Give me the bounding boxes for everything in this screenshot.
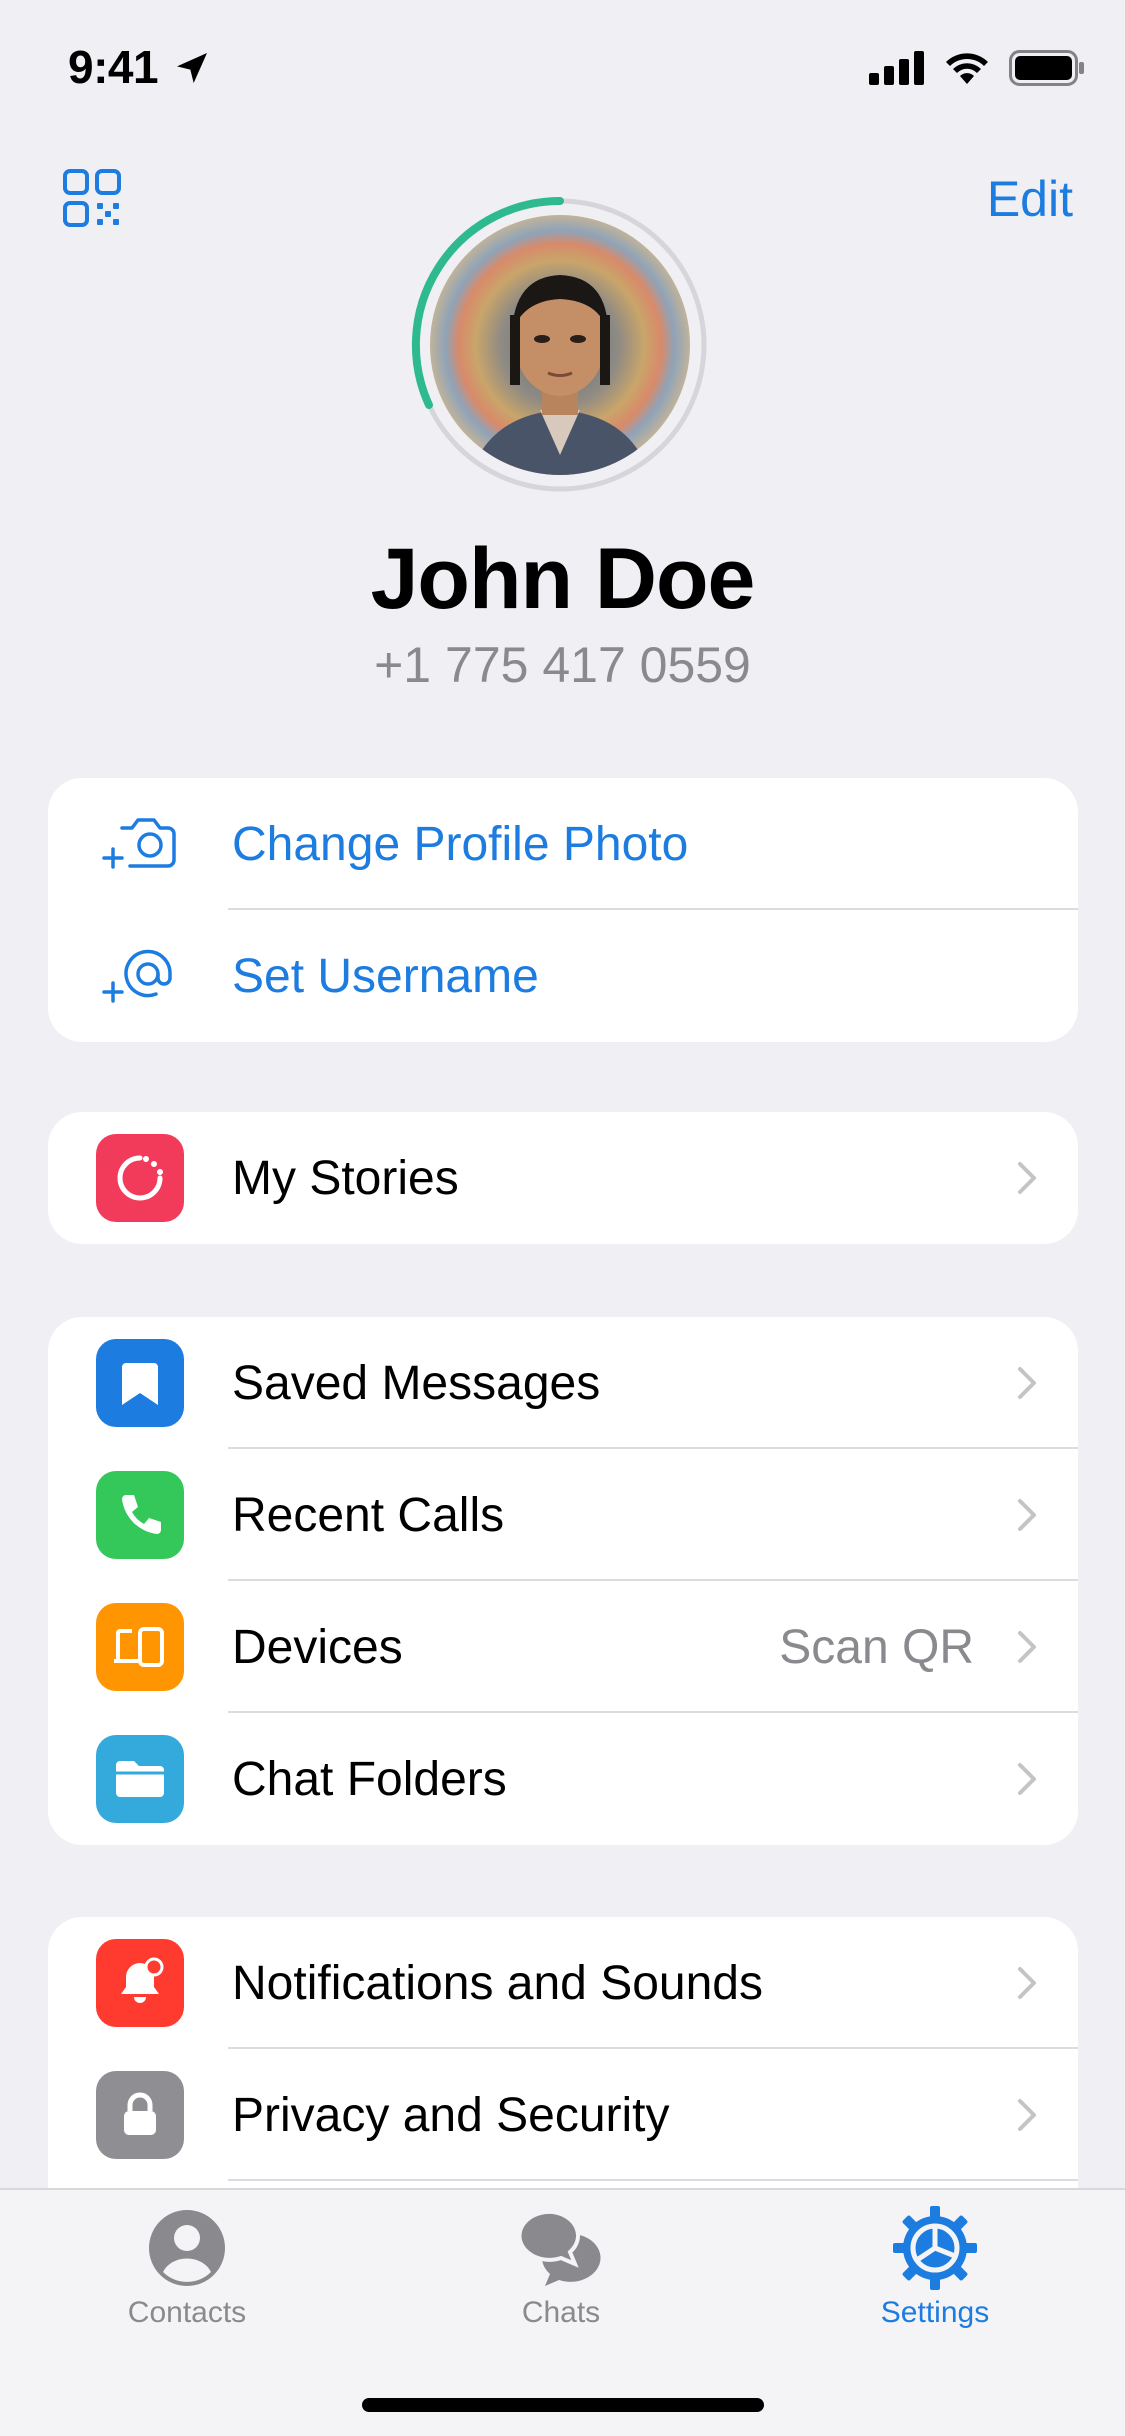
avatar-photo bbox=[430, 215, 690, 475]
recent-calls-label: Recent Calls bbox=[232, 1488, 505, 1542]
bell-icon bbox=[96, 1939, 184, 2027]
location-arrow-icon bbox=[177, 53, 207, 83]
settings-items-group: Notifications and Sounds Privacy and Sec… bbox=[48, 1917, 1078, 2188]
tab-chats-label: Chats bbox=[521, 2296, 601, 2329]
edit-button[interactable]: Edit bbox=[987, 170, 1073, 228]
chat-folders-label: Chat Folders bbox=[232, 1752, 507, 1806]
camera-add-icon bbox=[102, 818, 176, 869]
devices-icon bbox=[96, 1603, 184, 1691]
chevron-right-icon bbox=[1018, 1763, 1036, 1795]
saved-messages-row[interactable]: Saved Messages bbox=[48, 1317, 1078, 1449]
chat-folders-row[interactable]: Chat Folders bbox=[48, 1713, 1078, 1845]
profile-name: John Doe bbox=[370, 531, 756, 627]
my-stories-label: My Stories bbox=[232, 1151, 459, 1205]
chevron-right-icon bbox=[1018, 1631, 1036, 1663]
account-actions-group: Change Profile Photo Set Username bbox=[48, 778, 1078, 1042]
notifications-row[interactable]: Notifications and Sounds bbox=[48, 1917, 1078, 2049]
devices-label: Devices bbox=[232, 1620, 403, 1674]
stories-group: My Stories bbox=[48, 1112, 1078, 1244]
phone-icon bbox=[96, 1471, 184, 1559]
bookmark-icon bbox=[96, 1339, 184, 1427]
avatar[interactable] bbox=[410, 195, 710, 495]
home-indicator[interactable] bbox=[362, 2398, 764, 2412]
change-profile-photo-label: Change Profile Photo bbox=[232, 817, 689, 871]
chevron-right-icon bbox=[1018, 1967, 1036, 1999]
stories-icon bbox=[96, 1134, 184, 1222]
tab-settings[interactable]: Settings bbox=[815, 2204, 1055, 2330]
wifi-icon bbox=[946, 53, 988, 84]
settings-gear-icon bbox=[893, 2206, 977, 2290]
status-time: 9:41 bbox=[68, 41, 159, 93]
change-profile-photo-row[interactable]: Change Profile Photo bbox=[48, 778, 1078, 910]
at-sign-add-icon bbox=[102, 949, 172, 1003]
chats-icon bbox=[517, 2209, 601, 2286]
status-bar: 9:41 bbox=[0, 0, 1125, 140]
chevron-right-icon bbox=[1018, 2099, 1036, 2131]
tab-chats[interactable]: Chats bbox=[441, 2204, 681, 2330]
battery-icon bbox=[1009, 50, 1084, 86]
main-items-group: Saved Messages Recent Calls Devices Scan… bbox=[48, 1317, 1078, 1845]
lock-icon bbox=[96, 2071, 184, 2159]
set-username-label: Set Username bbox=[232, 949, 539, 1003]
tab-settings-label: Settings bbox=[880, 2296, 990, 2329]
qr-code-icon[interactable] bbox=[62, 168, 122, 228]
divider bbox=[228, 2179, 1078, 2181]
privacy-row[interactable]: Privacy and Security bbox=[48, 2049, 1078, 2181]
devices-detail: Scan QR bbox=[779, 1620, 974, 1674]
notifications-label: Notifications and Sounds bbox=[232, 1956, 763, 2010]
chevron-right-icon bbox=[1018, 1499, 1036, 1531]
set-username-row[interactable]: Set Username bbox=[48, 910, 1078, 1042]
privacy-label: Privacy and Security bbox=[232, 2088, 670, 2142]
profile-phone: +1 775 417 0559 bbox=[374, 637, 751, 693]
saved-messages-label: Saved Messages bbox=[232, 1356, 601, 1410]
folder-icon bbox=[96, 1735, 184, 1823]
tab-contacts-label: Contacts bbox=[127, 2296, 247, 2329]
chevron-right-icon bbox=[1018, 1367, 1036, 1399]
cellular-signal-icon bbox=[869, 51, 924, 85]
contacts-icon bbox=[149, 2210, 225, 2286]
tab-contacts[interactable]: Contacts bbox=[67, 2204, 307, 2330]
my-stories-row[interactable]: My Stories bbox=[48, 1112, 1078, 1244]
recent-calls-row[interactable]: Recent Calls bbox=[48, 1449, 1078, 1581]
status-indicators bbox=[869, 50, 1085, 86]
devices-row[interactable]: Devices Scan QR bbox=[48, 1581, 1078, 1713]
chevron-right-icon bbox=[1018, 1162, 1036, 1194]
